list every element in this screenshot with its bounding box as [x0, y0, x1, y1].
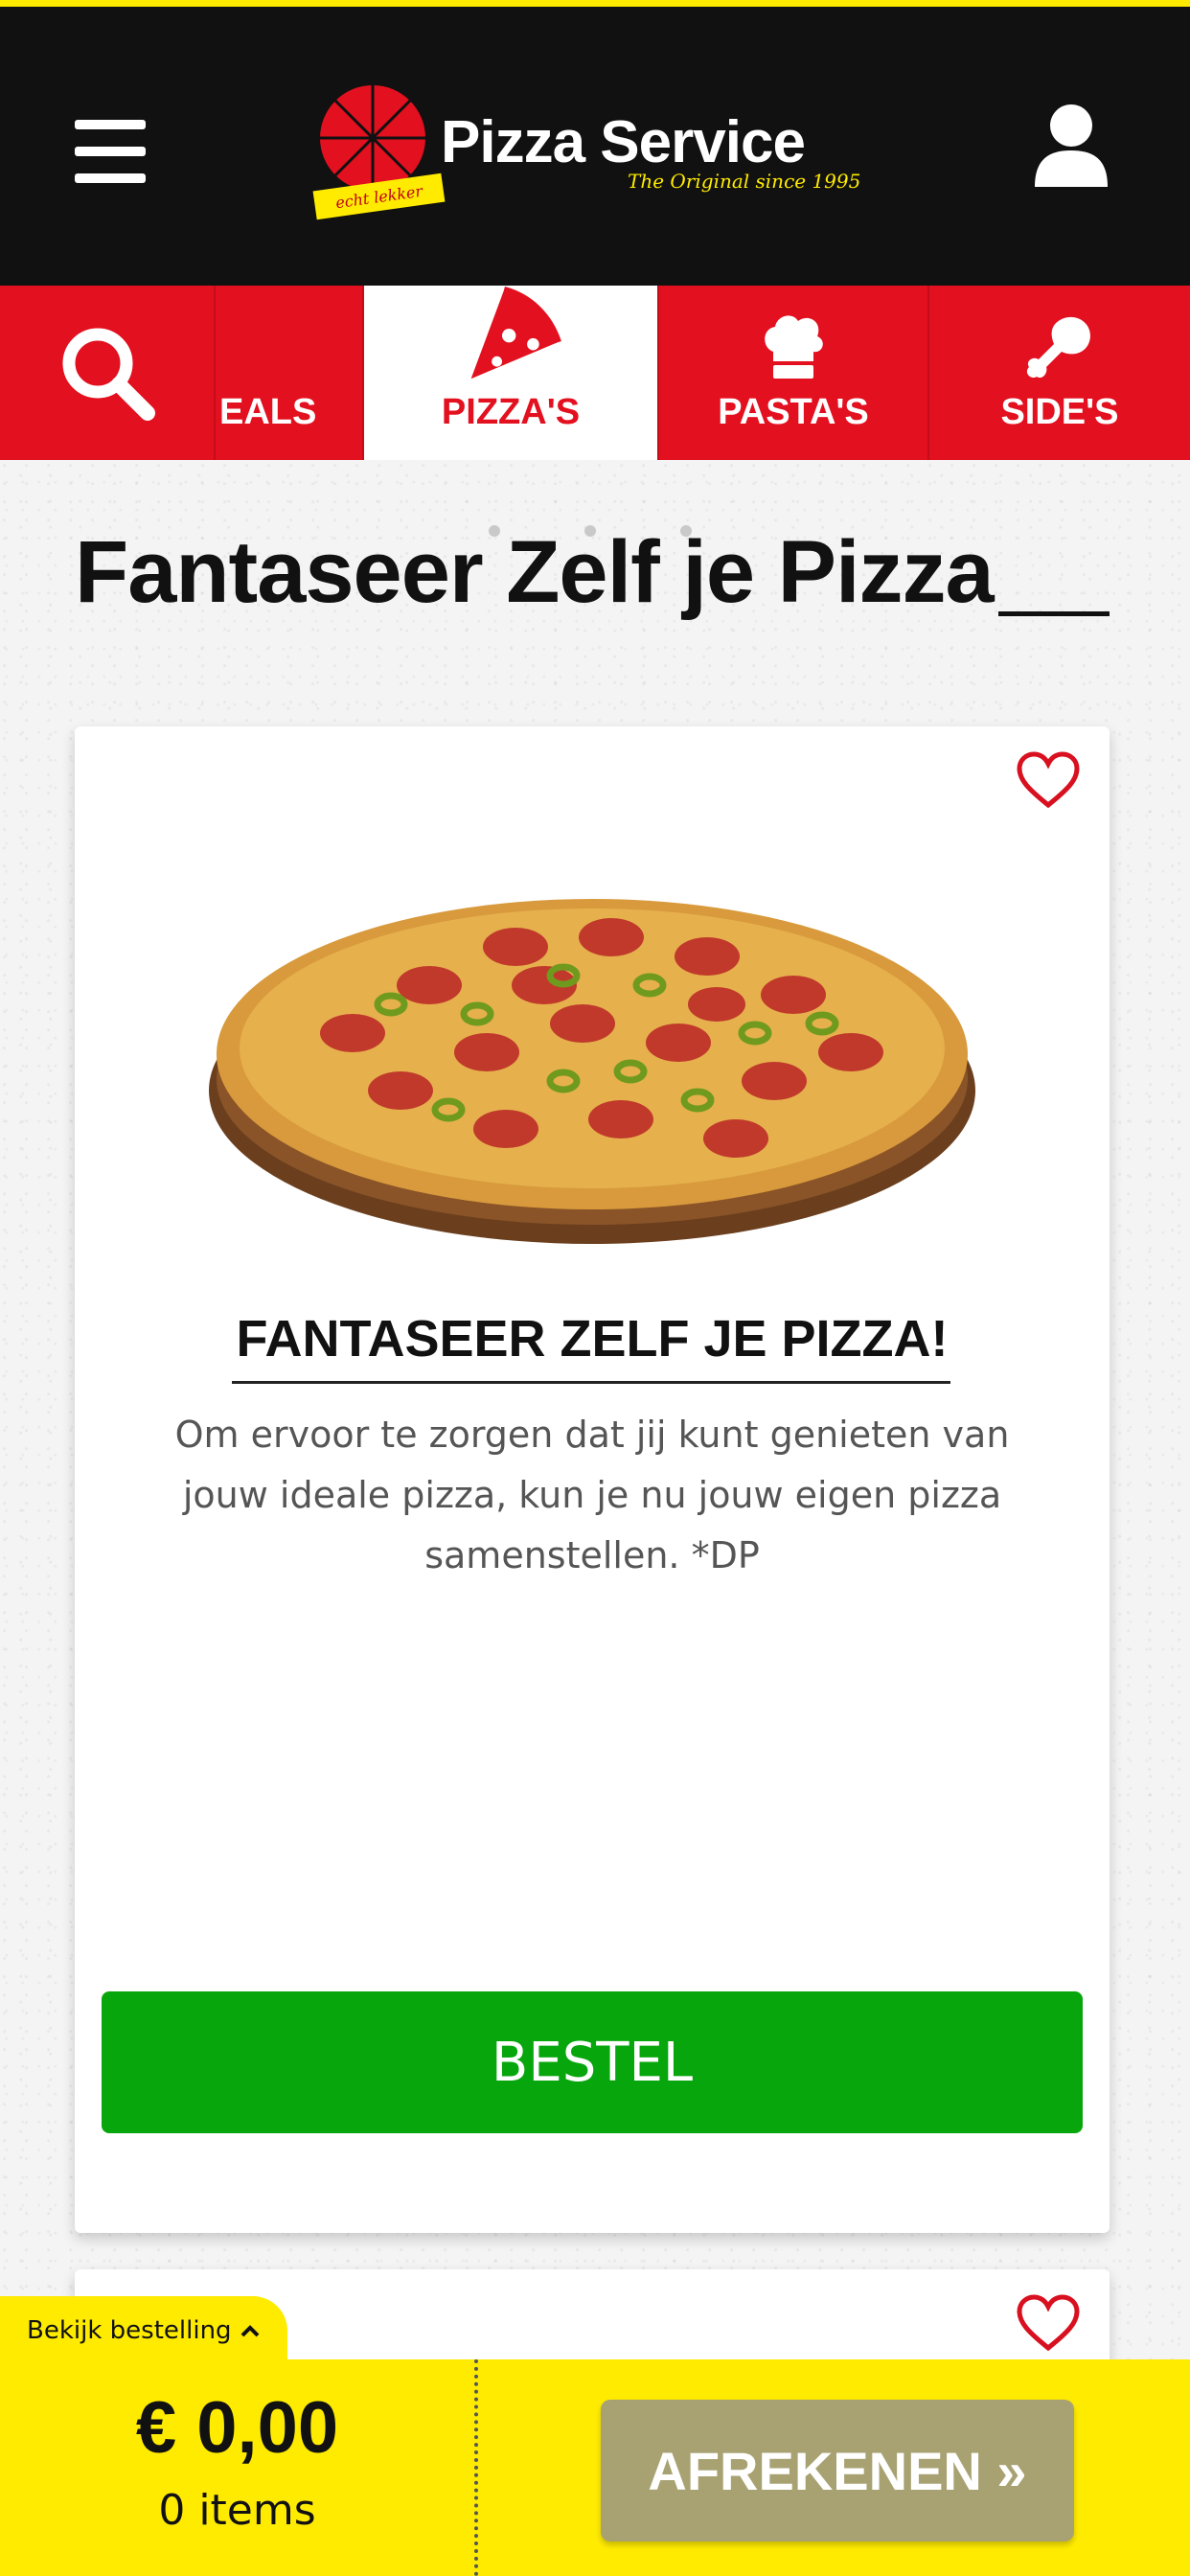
product-card[interactable]: FANTASEER ZELF JE PIZZA! Om ervoor te zo…	[75, 726, 1110, 2233]
product-name: FANTASEER ZELF JE PIZZA!	[236, 1310, 949, 1368]
pizza-slice-icon	[470, 287, 561, 380]
logo-title: Pizza Service	[441, 109, 806, 175]
cart-bar: € 0,00 0 items AFREKENEN »	[0, 2359, 1190, 2576]
order-button[interactable]: BESTEL	[102, 1991, 1083, 2133]
cart-total: € 0,00	[135, 2387, 339, 2469]
category-label: EALS	[219, 392, 317, 432]
cart-divider	[474, 2359, 478, 2576]
checkout-button[interactable]: AFREKENEN »	[601, 2400, 1074, 2542]
heart-icon[interactable]	[1016, 2294, 1081, 2352]
product-name-underline	[232, 1381, 950, 1384]
product-description: Om ervoor te zorgen dat jij kunt geniete…	[174, 1414, 1010, 1576]
heart-icon[interactable]	[1016, 751, 1081, 809]
category-deals[interactable]: EALS	[216, 286, 364, 460]
top-stripe	[0, 0, 1190, 7]
app-header: Pizza Service The Original since 1995 ec…	[0, 7, 1190, 286]
view-order-tab[interactable]: Bekijk bestelling	[0, 2296, 287, 2365]
category-sides[interactable]: SIDE'S	[929, 286, 1190, 460]
logo-subtitle: The Original since 1995	[628, 170, 861, 193]
chicken-leg-icon	[1026, 316, 1090, 379]
pizza-image	[209, 899, 975, 1244]
category-pastas[interactable]: PASTA'S	[659, 286, 929, 460]
chef-hat-icon	[765, 315, 823, 379]
search-icon	[62, 328, 155, 421]
category-search[interactable]	[0, 286, 216, 460]
title-underline	[998, 611, 1110, 616]
page-title: Fantaseer Zelf je Pizza	[75, 523, 995, 621]
brand-logo[interactable]: Pizza Service The Original since 1995 ec…	[307, 74, 881, 227]
chevron-up-icon	[240, 2325, 259, 2337]
category-label: PIZZA'S	[441, 392, 581, 432]
category-nav: EALS PIZZA'S PASTA'S SIDE'S	[0, 286, 1190, 460]
category-label: PASTA'S	[718, 392, 869, 432]
user-icon[interactable]	[1033, 103, 1110, 189]
view-order-label: Bekijk bestelling	[27, 2316, 232, 2345]
category-pizzas[interactable]: PIZZA'S	[364, 286, 659, 460]
hamburger-menu-icon[interactable]	[75, 120, 146, 183]
cart-item-count: 0 items	[158, 2486, 316, 2535]
category-label: SIDE'S	[1000, 392, 1119, 432]
